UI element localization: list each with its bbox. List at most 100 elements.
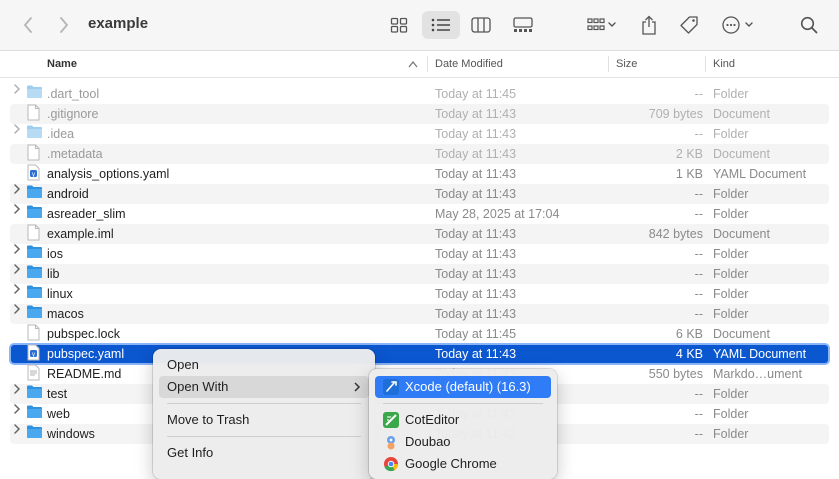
file-row[interactable]: linux Today at 11:43 -- Folder — [10, 284, 829, 304]
file-row[interactable]: example.iml Today at 11:43 842 bytes Docume… — [10, 224, 829, 244]
back-button[interactable] — [17, 12, 39, 38]
file-kind: Folder — [713, 127, 749, 141]
file-row[interactable]: macos Today at 11:43 -- Folder — [10, 304, 829, 324]
list-view-button[interactable] — [422, 11, 460, 39]
forward-button[interactable] — [53, 12, 75, 38]
menu-item-move-to-trash[interactable]: Move to Trash — [159, 409, 369, 431]
file-kind: Folder — [713, 267, 749, 281]
name-column-header[interactable]: Name — [47, 51, 77, 77]
disclosure-chevron-icon[interactable] — [13, 124, 23, 134]
file-row[interactable]: y analysis_options.yaml Today at 11:43 1 KB… — [10, 164, 829, 184]
file-kind: Folder — [713, 207, 749, 221]
file-row[interactable]: .idea Today at 11:43 -- Folder — [10, 124, 829, 144]
folder-icon — [26, 384, 43, 399]
disclosure-chevron-icon[interactable] — [13, 204, 23, 214]
file-kind: Folder — [713, 307, 749, 321]
file-row[interactable]: ios Today at 11:43 -- Folder — [10, 244, 829, 264]
file-row[interactable]: android Today at 11:43 -- Folder — [10, 184, 829, 204]
menu-item-label: Open With — [167, 379, 229, 394]
file-kind: Folder — [713, 187, 749, 201]
document-icon — [26, 324, 41, 341]
date-column-header[interactable]: Date Modified — [435, 51, 503, 77]
app-item-google-chrome[interactable]: Google Chrome — [375, 453, 551, 475]
sort-ascending-icon — [408, 51, 418, 77]
file-size: 1 KB — [675, 167, 703, 181]
size-column-header[interactable]: Size — [616, 51, 637, 77]
menu-item-label: Get Info — [167, 445, 214, 460]
context-menu: Open Open With Move to Trash Get Info — [153, 349, 375, 479]
file-row[interactable]: .dart_tool Today at 11:45 -- Folder — [10, 84, 829, 104]
file-size: 6 KB — [675, 327, 703, 341]
document-icon — [26, 224, 41, 241]
folder-icon — [26, 204, 43, 219]
app-item-coteditor[interactable]: CotEditor — [375, 409, 551, 431]
file-size: -- — [694, 267, 703, 281]
folder-icon — [26, 264, 43, 279]
file-size: 709 bytes — [648, 107, 703, 121]
file-size: 2 KB — [675, 147, 703, 161]
file-date-modified: Today at 11:43 — [435, 167, 517, 181]
tag-icon — [679, 15, 699, 35]
disclosure-chevron-icon[interactable] — [13, 424, 23, 434]
yaml-file-icon: y — [26, 164, 41, 181]
file-row[interactable]: .metadata Today at 11:43 2 KB Document — [10, 144, 829, 164]
ellipsis-circle-icon — [721, 15, 757, 35]
file-name: macos — [47, 307, 84, 321]
file-size: -- — [694, 427, 703, 441]
disclosure-chevron-icon[interactable] — [13, 384, 23, 394]
column-divider[interactable] — [705, 56, 706, 72]
kind-column-header[interactable]: Kind — [713, 51, 735, 77]
file-date-modified: Today at 11:43 — [435, 287, 517, 301]
gallery-view-button[interactable] — [504, 11, 542, 39]
menu-item-open[interactable]: Open — [159, 354, 369, 376]
file-row[interactable]: asreader_slim May 28, 2025 at 17:04 -- Fold… — [10, 204, 829, 224]
file-size: -- — [694, 387, 703, 401]
column-view-button[interactable] — [462, 11, 500, 39]
file-name: pubspec.lock — [47, 327, 120, 341]
icon-view-button[interactable] — [380, 11, 418, 39]
menu-item-open-with[interactable]: Open With — [159, 376, 369, 398]
column-divider[interactable] — [427, 56, 428, 72]
file-name: pubspec.yaml — [47, 347, 125, 361]
file-name: .dart_tool — [47, 87, 100, 101]
file-row[interactable]: y pubspec.yaml Today at 11:43 4 KB YAML Docu… — [9, 343, 830, 365]
file-name: android — [47, 187, 89, 201]
file-kind: Document — [713, 227, 770, 241]
menu-separator — [167, 403, 361, 404]
file-date-modified: Today at 11:43 — [435, 227, 517, 241]
doubao-icon — [383, 434, 399, 450]
file-size: -- — [694, 287, 703, 301]
tag-button[interactable] — [677, 12, 701, 38]
search-button[interactable] — [797, 12, 821, 38]
app-item-doubao[interactable]: Doubao — [375, 431, 551, 453]
file-date-modified: Today at 11:43 — [435, 187, 517, 201]
menu-item-get-info[interactable]: Get Info — [159, 442, 369, 464]
disclosure-chevron-icon[interactable] — [13, 184, 23, 194]
disclosure-chevron-icon[interactable] — [13, 244, 23, 254]
more-actions-button[interactable] — [719, 12, 759, 38]
file-row[interactable]: lib Today at 11:43 -- Folder — [10, 264, 829, 284]
file-size: 842 bytes — [648, 227, 703, 241]
file-name: linux — [47, 287, 73, 301]
file-name: web — [47, 407, 70, 421]
file-row[interactable]: pubspec.lock Today at 11:45 6 KB Document — [10, 324, 829, 344]
column-divider[interactable] — [608, 56, 609, 72]
disclosure-chevron-icon[interactable] — [13, 304, 23, 314]
disclosure-chevron-icon[interactable] — [13, 264, 23, 274]
disclosure-chevron-icon[interactable] — [13, 404, 23, 414]
file-row[interactable]: .gitignore Today at 11:43 709 bytes Documen… — [10, 104, 829, 124]
file-date-modified: Today at 11:43 — [435, 247, 517, 261]
disclosure-chevron-icon[interactable] — [13, 84, 23, 94]
file-date-modified: Today at 11:43 — [435, 267, 517, 281]
disclosure-chevron-icon[interactable] — [13, 284, 23, 294]
app-item-xcode[interactable]: Xcode (default) (16.3) — [375, 376, 551, 398]
group-by-button[interactable] — [584, 12, 620, 38]
file-date-modified: Today at 11:45 — [435, 327, 517, 341]
file-kind: YAML Document — [713, 347, 807, 361]
grid-icon — [390, 17, 408, 33]
menu-separator — [383, 403, 543, 404]
file-kind: Document — [713, 327, 770, 341]
share-button[interactable] — [638, 12, 660, 38]
file-kind: Document — [713, 147, 770, 161]
document-icon — [26, 104, 41, 121]
